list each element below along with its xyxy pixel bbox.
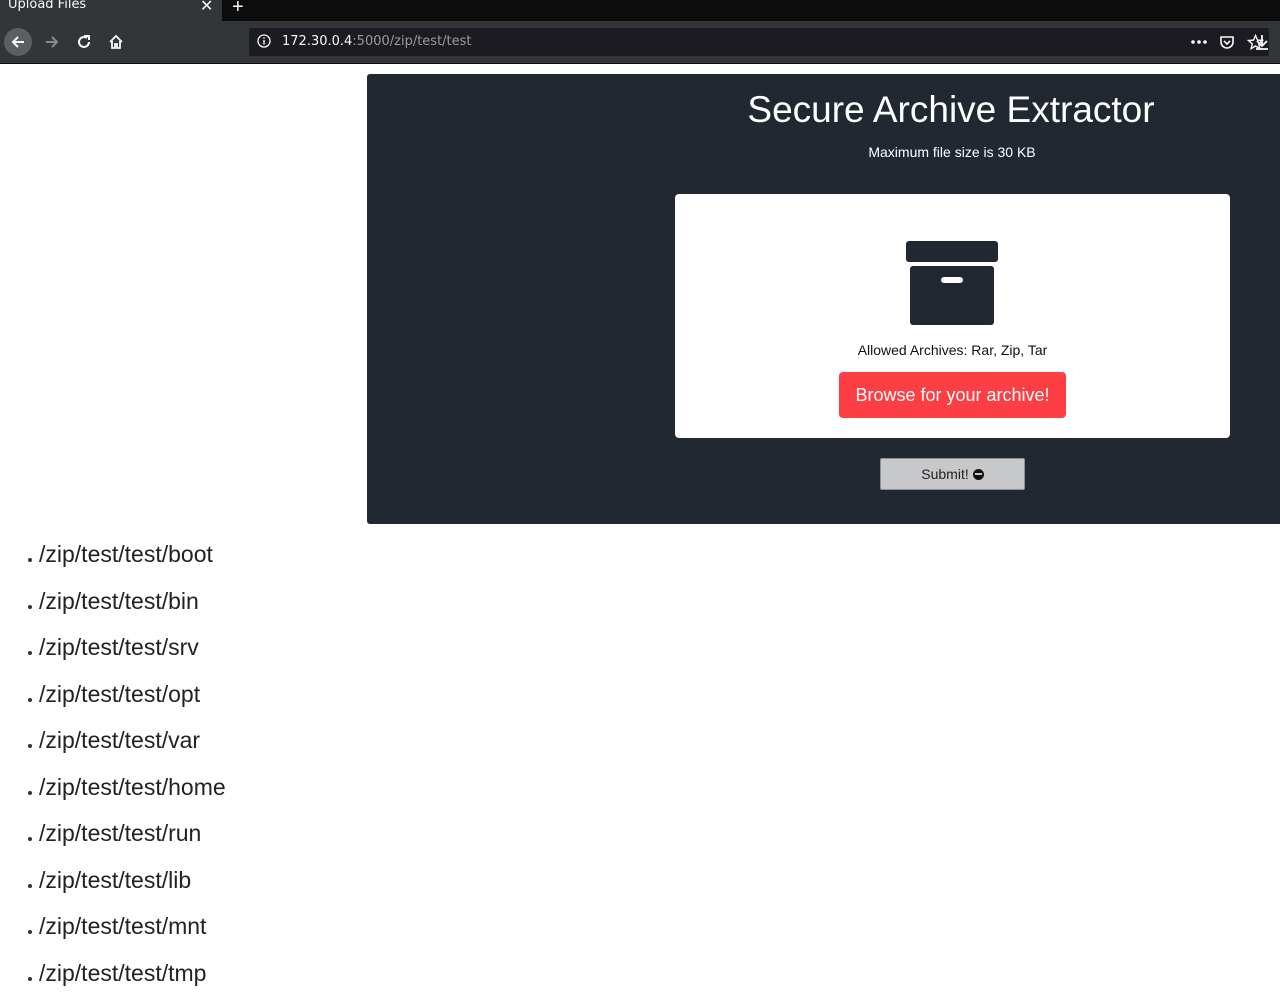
- bullet-icon: [28, 651, 32, 655]
- path-text: /zip/test/test/opt: [39, 680, 201, 707]
- bullet-icon: [28, 744, 32, 748]
- archive-box-icon: [906, 241, 998, 330]
- new-tab-icon[interactable]: +: [232, 0, 244, 19]
- browser-toolbar: 172.30.0.4:5000/zip/test/test: [0, 21, 1280, 64]
- bullet-icon: [28, 790, 32, 795]
- minus-circle-icon: [972, 468, 984, 480]
- path-text: /zip/test/test/bin: [39, 587, 199, 614]
- path-text: /zip/test/test/srv: [39, 634, 199, 660]
- download-icon: [1256, 35, 1268, 50]
- url-host: 172.30.0.4: [282, 34, 353, 49]
- submit-label: Submit!: [921, 466, 969, 482]
- path-text: /zip/test/test/run: [39, 820, 202, 846]
- submit-button[interactable]: Submit!: [880, 458, 1025, 490]
- reload-button[interactable]: [70, 28, 98, 56]
- path-text: /zip/test/test/lib: [39, 866, 192, 893]
- address-bar[interactable]: 172.30.0.4:5000/zip/test/test: [249, 28, 1269, 56]
- reload-icon: [78, 35, 90, 48]
- home-button[interactable]: [102, 28, 130, 56]
- url-text: 172.30.0.4:5000/zip/test/test: [282, 34, 472, 49]
- bullet-icon: [28, 837, 32, 841]
- allowed-archives-text: Allowed Archives: Rar, Zip, Tar: [857, 342, 1048, 358]
- tab-strip: Upload Files ✕ +: [0, 0, 1280, 21]
- bullet-icon: [28, 604, 32, 609]
- path-text: /zip/test/test/mnt: [39, 913, 207, 939]
- page-title: Secure Archive Extractor: [747, 89, 1155, 130]
- max-size-note: Maximum file size is 30 KB: [868, 144, 1036, 160]
- bullet-icon: [28, 883, 32, 888]
- info-icon[interactable]: [257, 34, 271, 53]
- back-button[interactable]: [4, 28, 32, 56]
- arrow-right-icon: [46, 36, 59, 48]
- downloads-button[interactable]: [1250, 29, 1274, 55]
- browse-archive-button[interactable]: Browse for your archive!: [839, 372, 1066, 418]
- browser-tab[interactable]: Upload Files ✕: [0, 0, 222, 21]
- home-icon: [109, 34, 123, 49]
- path-text: /zip/test/test/tmp: [39, 959, 207, 986]
- more-actions-icon[interactable]: [1185, 32, 1213, 52]
- path-text: /zip/test/test/boot: [39, 541, 213, 567]
- pocket-icon[interactable]: [1213, 32, 1241, 52]
- bullet-icon: [28, 930, 32, 934]
- url-path: :5000/zip/test/test: [352, 34, 472, 49]
- tab-title: Upload Files: [8, 0, 87, 12]
- bullet-icon: [28, 558, 32, 562]
- path-text: /zip/test/test/var: [39, 727, 201, 753]
- arrow-left-icon: [11, 36, 24, 48]
- bullet-icon: [28, 697, 32, 702]
- bullet-icon: [28, 976, 32, 981]
- close-tab-icon[interactable]: ✕: [200, 0, 213, 14]
- forward-button[interactable]: [38, 28, 66, 56]
- path-text: /zip/test/test/home: [39, 773, 226, 800]
